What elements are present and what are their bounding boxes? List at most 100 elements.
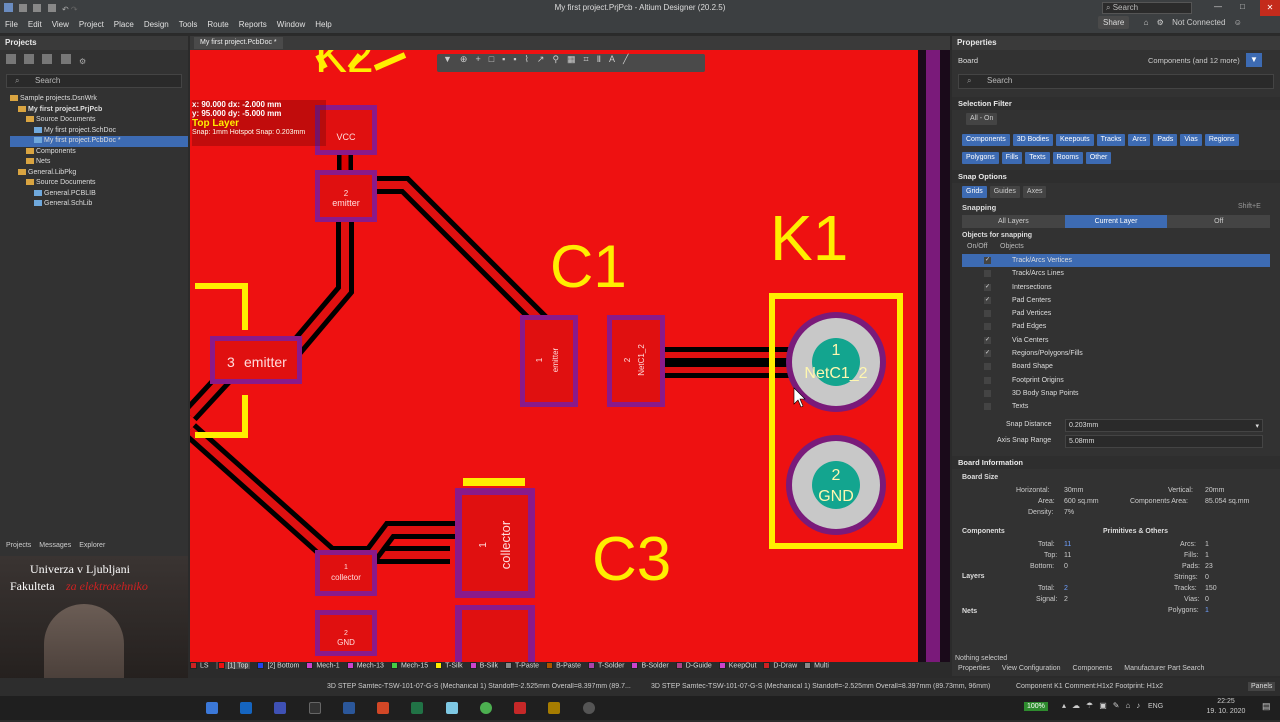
properties-tab-view-configuration[interactable]: View Configuration bbox=[1002, 665, 1061, 672]
all-on-button[interactable]: All - On bbox=[966, 113, 998, 125]
word-icon[interactable] bbox=[342, 702, 355, 714]
filter-pads[interactable]: Pads bbox=[1153, 134, 1178, 146]
battery-indicator[interactable]: 100% bbox=[1024, 702, 1048, 711]
layer-tab[interactable]: Mech-13 bbox=[346, 662, 384, 669]
language-indicator[interactable]: ENG bbox=[1148, 703, 1163, 710]
minimize-button[interactable]: — bbox=[1214, 2, 1222, 11]
tree-item[interactable]: Nets bbox=[10, 157, 188, 168]
snap-object-row[interactable]: ✓ Intersections bbox=[962, 281, 1270, 294]
open-project-icon[interactable] bbox=[42, 54, 53, 64]
snap-object-row[interactable]: ✓ Regions/Polygons/Fills bbox=[962, 347, 1270, 360]
snap-object-checkbox[interactable]: ✓ bbox=[984, 296, 991, 304]
notifications-icon[interactable]: ▤ bbox=[1262, 701, 1271, 712]
layer-tab[interactable]: Mech-15 bbox=[390, 662, 428, 669]
altium-icon[interactable] bbox=[548, 702, 561, 714]
settings-icon[interactable]: ⚙ bbox=[1157, 18, 1164, 27]
snapping-all-layers[interactable]: All Layers bbox=[962, 215, 1065, 228]
clock-date[interactable]: 19. 10. 2020 bbox=[1200, 708, 1252, 715]
filter-tracks[interactable]: Tracks bbox=[1096, 134, 1126, 146]
obs-icon[interactable] bbox=[582, 702, 595, 714]
tree-item[interactable]: My first project.PcbDoc * bbox=[10, 136, 188, 147]
tray-icons[interactable]: ▴☁☂▣✎⌂♪ bbox=[1062, 701, 1146, 710]
snap-object-row[interactable]: Track/Arcs Lines bbox=[962, 267, 1270, 280]
tree-item[interactable]: My first project.SchDoc bbox=[10, 126, 188, 137]
layer-tab[interactable]: [1] Top bbox=[215, 662, 251, 670]
comp-total-value[interactable]: 11 bbox=[1064, 541, 1071, 548]
tree-item[interactable]: My first project.PrjPcb bbox=[10, 105, 188, 116]
tree-item[interactable]: Source Documents bbox=[10, 115, 188, 126]
filter-vias[interactable]: Vias bbox=[1180, 134, 1202, 146]
snap-distance-select[interactable]: 0.203mm ▾ bbox=[1065, 418, 1263, 432]
filter-rooms[interactable]: Rooms bbox=[1052, 152, 1083, 164]
snap-object-checkbox[interactable] bbox=[984, 310, 991, 318]
snap-object-row[interactable]: ✓ Via Centers bbox=[962, 334, 1270, 347]
snap-object-checkbox[interactable]: ✓ bbox=[984, 350, 991, 358]
menu-window[interactable]: Window bbox=[272, 16, 310, 34]
properties-tab-components[interactable]: Components bbox=[1073, 665, 1113, 672]
menu-route[interactable]: Route bbox=[202, 16, 233, 34]
menu-place[interactable]: Place bbox=[109, 16, 139, 34]
snap-options-title[interactable]: Snap Options bbox=[952, 170, 1280, 183]
snapping-off[interactable]: Off bbox=[1167, 215, 1270, 228]
panel-tab-projects[interactable]: Projects bbox=[6, 542, 31, 549]
snap-object-checkbox[interactable]: ✓ bbox=[984, 336, 991, 344]
menu-help[interactable]: Help bbox=[310, 16, 336, 34]
properties-tab-manufacturer-part-search[interactable]: Manufacturer Part Search bbox=[1124, 665, 1204, 672]
filter-3d-bodies[interactable]: 3D Bodies bbox=[1012, 134, 1053, 146]
snap-object-checkbox[interactable] bbox=[984, 270, 991, 278]
layer-tab[interactable]: T-Silk bbox=[435, 662, 463, 669]
panel-tab-messages[interactable]: Messages bbox=[39, 542, 71, 549]
menu-file[interactable]: File bbox=[0, 16, 23, 34]
acrobat-icon[interactable] bbox=[514, 702, 527, 714]
user-icon[interactable]: ☺ bbox=[1234, 18, 1242, 27]
powerpoint-icon[interactable] bbox=[377, 702, 390, 714]
snap-mode-grids[interactable]: Grids bbox=[962, 186, 987, 198]
file-explorer-icon[interactable] bbox=[206, 702, 218, 714]
pcb-canvas[interactable]: K2 C1 K1 C3 VCC 2 emitter 3 emitter 1 em… bbox=[190, 50, 950, 662]
filter-regions[interactable]: Regions bbox=[1204, 134, 1239, 146]
filter-texts[interactable]: Texts bbox=[1025, 152, 1050, 164]
selection-filter-title[interactable]: Selection Filter bbox=[952, 97, 1280, 110]
layer-tab[interactable]: [2] Bottom bbox=[257, 662, 299, 669]
menu-edit[interactable]: Edit bbox=[23, 16, 47, 34]
filter-arcs[interactable]: Arcs bbox=[1128, 134, 1151, 146]
layer-tab[interactable]: D-Guide bbox=[675, 662, 712, 669]
folder-icon[interactable] bbox=[60, 54, 71, 64]
layer-tab[interactable]: LS bbox=[190, 662, 209, 669]
menu-project[interactable]: Project bbox=[74, 16, 109, 34]
snap-object-checkbox[interactable] bbox=[984, 363, 991, 371]
excel-icon[interactable] bbox=[411, 702, 424, 714]
snap-mode-axes[interactable]: Axes bbox=[1022, 186, 1047, 198]
filter-icon[interactable]: ▼ bbox=[1246, 53, 1262, 67]
snap-object-row[interactable]: Pad Vertices bbox=[962, 307, 1270, 320]
terminal-icon[interactable] bbox=[308, 702, 321, 714]
snap-object-row[interactable]: Texts bbox=[962, 400, 1270, 413]
layer-tab[interactable]: B-Silk bbox=[469, 662, 498, 669]
snap-object-checkbox[interactable] bbox=[984, 376, 991, 384]
projects-search-input[interactable]: ⌕ Search bbox=[6, 74, 182, 88]
panel-tab-explorer[interactable]: Explorer bbox=[79, 542, 105, 549]
filter-polygons[interactable]: Polygons bbox=[962, 152, 999, 164]
chrome-icon[interactable] bbox=[479, 702, 492, 714]
properties-tab-properties[interactable]: Properties bbox=[958, 665, 990, 672]
tree-item[interactable]: Source Documents bbox=[10, 178, 188, 189]
layer-tab[interactable]: B-Paste bbox=[546, 662, 581, 669]
maximize-button[interactable]: □ bbox=[1240, 2, 1245, 11]
snap-object-row[interactable]: ✓ Track/Arcs Vertices bbox=[962, 254, 1270, 268]
filter-components[interactable]: Components bbox=[962, 134, 1010, 146]
global-search[interactable]: ⌕ Search bbox=[1102, 2, 1192, 14]
save-project-icon[interactable] bbox=[24, 54, 35, 64]
snap-object-checkbox[interactable]: ✓ bbox=[984, 257, 991, 264]
gear-icon[interactable]: ⚙ bbox=[79, 57, 86, 66]
tree-item[interactable]: General.SchLib bbox=[10, 199, 188, 210]
layer-tab[interactable]: Mech-1 bbox=[306, 662, 340, 669]
snap-object-checkbox[interactable] bbox=[984, 403, 991, 411]
layer-tab[interactable]: T-Solder bbox=[587, 662, 624, 669]
axis-range-input[interactable]: 5.08mm bbox=[1065, 434, 1263, 448]
snap-object-row[interactable]: Board Shape bbox=[962, 360, 1270, 373]
snap-object-row[interactable]: Pad Edges bbox=[962, 320, 1270, 333]
filter-other[interactable]: Other bbox=[1085, 152, 1112, 164]
snap-object-checkbox[interactable]: ✓ bbox=[984, 283, 991, 291]
snap-object-checkbox[interactable] bbox=[984, 389, 991, 397]
menu-tools[interactable]: Tools bbox=[174, 16, 203, 34]
